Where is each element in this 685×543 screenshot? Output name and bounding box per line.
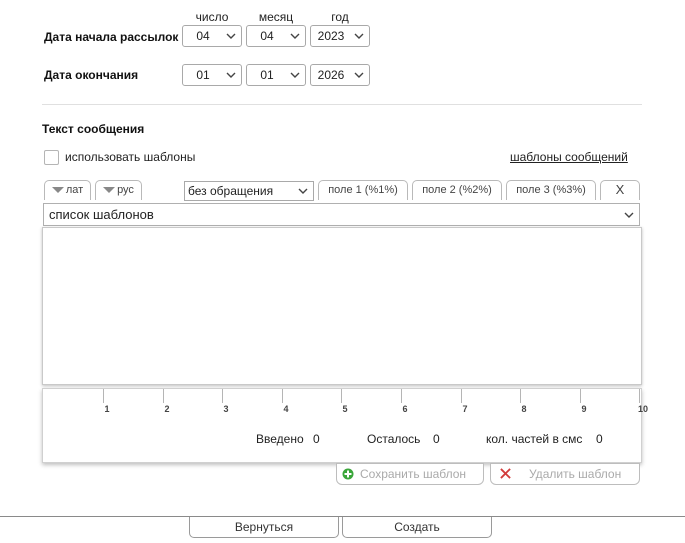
ruler-tick-label: 4 [283,404,289,414]
start-month-select[interactable]: 04 [246,25,306,47]
ruler-tick-label: 6 [402,404,408,414]
lat-tab[interactable]: лат [44,180,91,200]
remaining-label: Осталось [367,432,421,446]
plus-icon [342,468,354,480]
rus-tab-label: рус [117,184,134,196]
ruler-tick [580,389,581,403]
lat-tab-label: лат [65,184,84,196]
chevron-down-icon [290,72,300,78]
rus-tab[interactable]: рус [95,180,142,200]
end-day-value: 01 [196,68,210,82]
entered-label: Введено [256,432,304,446]
template-list-value: список шаблонов [49,207,154,222]
chevron-down-icon [298,188,308,194]
ruler-tick [401,389,402,403]
ruler-tick [163,389,164,403]
end-year-select[interactable]: 2026 [310,64,370,86]
year-column-header: год [331,10,349,24]
triangle-down-icon [51,187,64,194]
triangle-down-icon [103,187,116,194]
end-year-value: 2026 [317,68,345,82]
ruler-tick-label: 2 [164,404,170,414]
template-list-select[interactable]: список шаблонов [43,203,640,226]
ruler-tick [282,389,283,403]
message-heading: Текст сообщения [42,122,145,136]
start-year-select[interactable]: 2023 [310,25,370,47]
section-divider [42,104,642,105]
end-date-label: Дата окончания [44,68,139,82]
remaining-value: 0 [433,432,440,446]
field2-tab[interactable]: поле 2 (%2%) [412,180,502,200]
chevron-down-icon [226,33,236,39]
ruler-tick-label: 5 [342,404,348,414]
start-day-value: 04 [196,29,210,43]
chevron-down-icon [354,33,364,39]
end-month-select[interactable]: 01 [246,64,306,86]
chevron-down-icon [624,212,634,218]
end-month-value: 01 [260,68,274,82]
chevron-down-icon [226,72,236,78]
day-column-header: число [195,10,229,24]
templates-link[interactable]: шаблоны сообщений [510,150,628,164]
save-template-label: Сохранить шаблон [360,467,467,481]
delete-template-button[interactable]: Удалить шаблон [490,463,640,485]
start-year-value: 2023 [317,29,345,43]
message-textarea[interactable] [42,227,642,385]
entered-value: 0 [313,432,320,446]
use-templates-checkbox[interactable] [44,150,59,165]
start-day-select[interactable]: 04 [182,25,242,47]
ruler-tick [639,389,640,403]
clear-tab[interactable]: X [600,180,640,200]
field1-tab[interactable]: поле 1 (%1%) [318,180,408,200]
char-counter-panel: 1 2 3 4 5 6 7 8 9 10 Введено 0 Осталось 0 кол. ча… [42,388,648,463]
ruler-tick-label: 7 [462,404,468,414]
start-month-value: 04 [260,29,274,43]
ruler-tick [461,389,462,403]
chevron-down-icon [354,72,364,78]
month-column-header: месяц [258,10,294,24]
parts-label: кол. частей в смс [486,432,583,446]
parts-value: 0 [596,432,603,446]
ruler-tick [103,389,104,403]
start-date-label: Дата начала рассылок [44,30,179,44]
ruler-tick-label: 8 [521,404,527,414]
ruler-tick-label: 9 [581,404,587,414]
close-icon [500,468,511,479]
chevron-down-icon [290,33,300,39]
ruler-tick-label: 3 [223,404,229,414]
end-day-select[interactable]: 01 [182,64,242,86]
field3-tab[interactable]: поле 3 (%3%) [506,180,596,200]
ruler-tick-label: 1 [104,404,110,414]
delete-template-label: Удалить шаблон [529,467,622,481]
create-button[interactable]: Создать [342,517,492,538]
save-template-button[interactable]: Сохранить шаблон [336,463,484,485]
use-templates-label: использовать шаблоны [65,150,196,164]
ruler-tick [341,389,342,403]
char-ruler: 1 2 3 4 5 6 7 8 9 10 [43,389,648,419]
ruler-tick-label: 10 [637,404,648,414]
ruler-tick [222,389,223,403]
salutation-select[interactable]: без обращения [184,181,314,201]
salutation-value: без обращения [188,184,274,198]
ruler-tick [520,389,521,403]
back-button[interactable]: Вернуться [189,517,339,538]
